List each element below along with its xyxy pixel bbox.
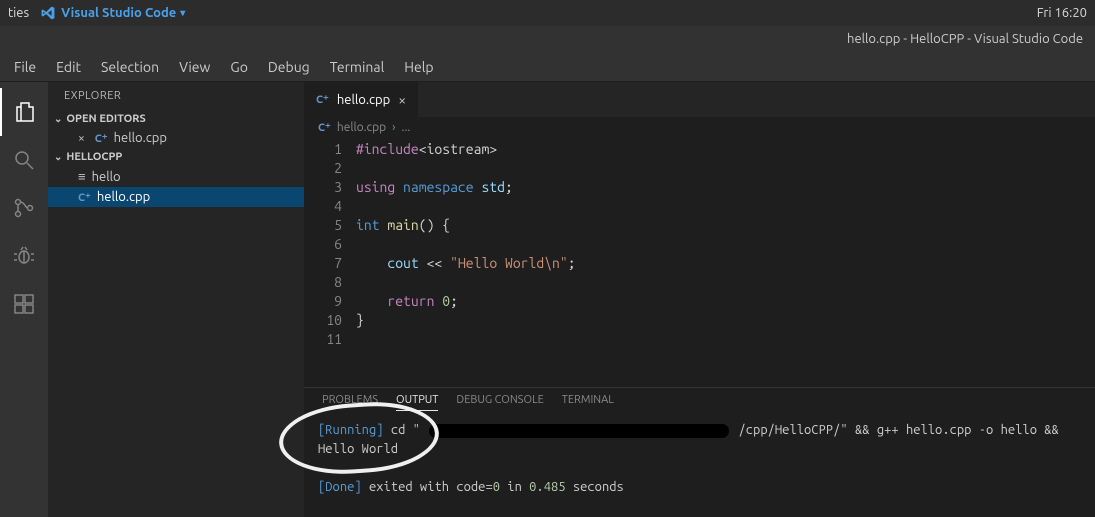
system-top-bar: ties Visual Studio Code ▾ Fri 16:20 (0, 0, 1095, 26)
chevron-down-icon: ⌄ (54, 113, 62, 125)
line-number: 4 (304, 197, 356, 216)
editor-tabs: C⁺hello.cpp× (304, 82, 1095, 117)
extensions-icon[interactable] (0, 280, 48, 328)
cpp-file-icon: C⁺ (95, 132, 108, 145)
breadcrumb[interactable]: C⁺ hello.cpp › ... (304, 117, 1095, 138)
file-tree-item[interactable]: ≡hello (48, 166, 304, 187)
line-number: 8 (304, 273, 356, 292)
cpp-file-icon: C⁺ (78, 191, 91, 204)
explorer-sidebar: EXPLORER ⌄ OPEN EDITORS × C⁺hello.cpp ⌄ H… (48, 82, 304, 517)
activity-bar (0, 82, 48, 517)
menu-help[interactable]: Help (394, 55, 443, 79)
bottom-panel: PROBLEMS OUTPUT DEBUG CONSOLE TERMINAL [Run… (304, 387, 1095, 517)
panel-tab-problems[interactable]: PROBLEMS (322, 394, 378, 411)
window-title: hello.cpp - HelloCPP - Visual Studio Cod… (847, 32, 1083, 46)
activities-label[interactable]: ties (8, 6, 29, 20)
line-number: 3 (304, 178, 356, 197)
code-line[interactable]: cout << "Hello World\n"; (356, 254, 576, 273)
redacted-path (429, 424, 729, 438)
vscode-app-indicator[interactable]: Visual Studio Code ▾ (41, 6, 185, 20)
open-editors-header[interactable]: ⌄ OPEN EDITORS (48, 110, 304, 128)
editor-area: C⁺hello.cpp× C⁺ hello.cpp › ... 1#includ… (304, 82, 1095, 517)
line-number: 9 (304, 292, 356, 311)
file-icon: ≡ (78, 169, 86, 184)
chevron-down-icon: ⌄ (54, 151, 62, 163)
menu-selection[interactable]: Selection (91, 55, 169, 79)
output-done-tag: [Done] (318, 480, 362, 494)
menu-file[interactable]: File (4, 55, 46, 79)
code-editor[interactable]: 1#include<iostream>23using namespace std… (304, 138, 1095, 387)
line-number: 7 (304, 254, 356, 273)
debug-icon[interactable] (0, 232, 48, 280)
code-line[interactable]: #include<iostream> (356, 140, 497, 159)
explorer-icon[interactable] (0, 88, 48, 136)
window-title-bar: hello.cpp - HelloCPP - Visual Studio Cod… (0, 26, 1095, 52)
close-icon[interactable]: × (398, 92, 406, 108)
panel-tabs: PROBLEMS OUTPUT DEBUG CONSOLE TERMINAL (304, 388, 1095, 417)
panel-tab-debug-console[interactable]: DEBUG CONSOLE (456, 394, 543, 411)
sidebar-title: EXPLORER (48, 82, 304, 110)
panel-tab-terminal[interactable]: TERMINAL (562, 394, 614, 411)
menu-terminal[interactable]: Terminal (320, 55, 395, 79)
line-number: 6 (304, 235, 356, 254)
line-number: 2 (304, 159, 356, 178)
search-icon[interactable] (0, 136, 48, 184)
menu-edit[interactable]: Edit (46, 55, 91, 79)
editor-tab[interactable]: C⁺hello.cpp× (304, 82, 419, 117)
menu-bar: FileEditSelectionViewGoDebugTerminalHelp (0, 52, 1095, 82)
code-line[interactable]: int main() { (356, 216, 450, 235)
code-line[interactable]: } (356, 311, 364, 330)
line-number: 10 (304, 311, 356, 330)
file-tree-item[interactable]: C⁺hello.cpp (48, 187, 304, 207)
open-editor-item[interactable]: ×C⁺hello.cpp (48, 128, 304, 148)
code-line[interactable]: return 0; (356, 292, 458, 311)
line-number: 11 (304, 330, 356, 349)
output-panel-content[interactable]: [Running] cd " /cpp/HelloCPP/" && g++ he… (304, 417, 1095, 501)
close-icon[interactable]: × (78, 132, 85, 145)
menu-view[interactable]: View (169, 55, 220, 79)
code-line[interactable]: using namespace std; (356, 178, 513, 197)
menu-go[interactable]: Go (220, 55, 257, 79)
folder-header[interactable]: ⌄ HELLOCPP (48, 148, 304, 166)
line-number: 1 (304, 140, 356, 159)
clock[interactable]: Fri 16:20 (1037, 6, 1087, 20)
panel-tab-output[interactable]: OUTPUT (396, 394, 438, 411)
menu-debug[interactable]: Debug (258, 55, 320, 79)
program-output-line: Hello World (318, 440, 1081, 459)
source-control-icon[interactable] (0, 184, 48, 232)
output-running-tag: [Running] (318, 423, 384, 437)
cpp-file-icon: C⁺ (316, 93, 329, 106)
chevron-down-icon: ▾ (180, 7, 185, 19)
cpp-file-icon: C⁺ (318, 121, 331, 134)
line-number: 5 (304, 216, 356, 235)
